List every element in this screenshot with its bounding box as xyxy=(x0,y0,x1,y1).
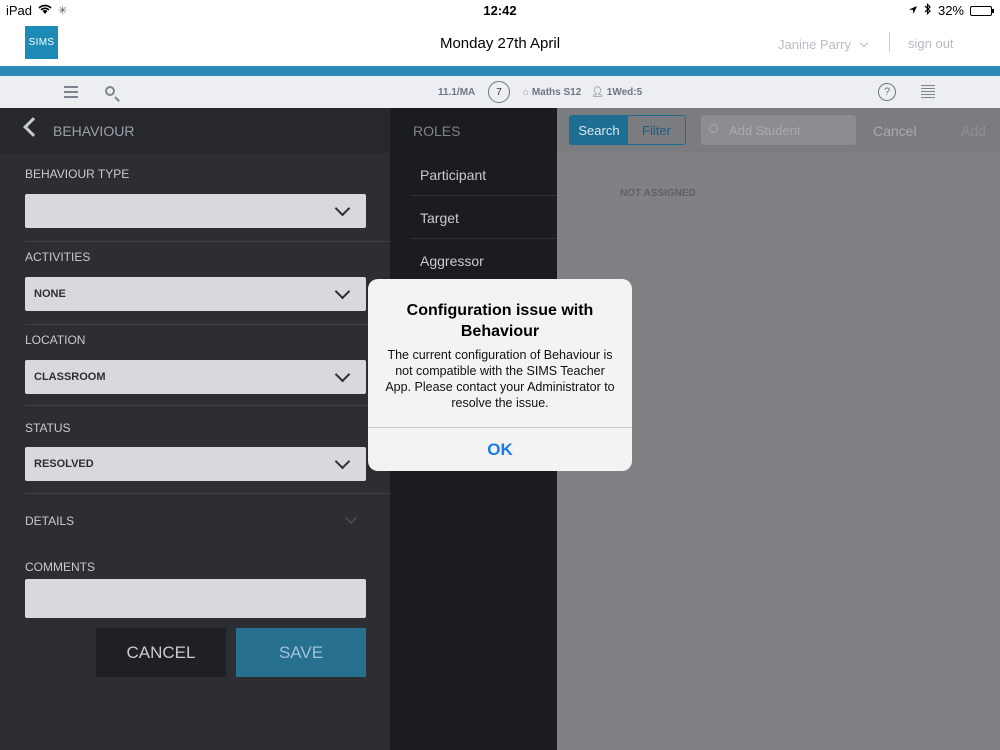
battery-percent: 32% xyxy=(937,3,964,18)
status-time: 12:42 xyxy=(483,3,517,18)
header-divider xyxy=(889,32,890,52)
period-label: 1Wed:5 xyxy=(606,87,643,98)
panel-title: BEHAVIOUR xyxy=(53,123,135,139)
accent-bar xyxy=(0,66,1000,76)
filter-tab[interactable]: Filter xyxy=(628,116,685,144)
location-dropdown[interactable]: CLASSROOM xyxy=(25,360,366,394)
back-chevron-icon[interactable] xyxy=(23,117,43,137)
activities-dropdown[interactable]: NONE xyxy=(25,277,366,311)
status-value: RESOLVED xyxy=(34,458,94,470)
divider xyxy=(25,324,390,325)
toolbar: 11.1/MA 7 ⌂ Maths S12 👤︎ 1Wed:5 ? xyxy=(0,76,1000,108)
cancel-button[interactable]: CANCEL xyxy=(96,628,226,677)
class-code: 11.1/MA xyxy=(438,87,476,98)
role-item-participant[interactable]: Participant xyxy=(410,153,557,196)
chevron-down-icon xyxy=(334,283,351,300)
user-menu[interactable]: Janine Parry xyxy=(778,37,868,52)
add-link[interactable]: Add xyxy=(961,123,986,139)
app-header: SIMS Monday 27th April Janine Parry sign… xyxy=(0,22,1000,66)
configuration-alert: Configuration issue with Behaviour The c… xyxy=(368,279,632,471)
save-button[interactable]: SAVE xyxy=(236,628,366,677)
divider xyxy=(25,405,390,406)
role-list: Participant Target Aggressor xyxy=(410,153,557,282)
search-tab[interactable]: Search xyxy=(570,116,628,144)
role-item-aggressor[interactable]: Aggressor xyxy=(410,239,557,282)
chevron-down-icon[interactable] xyxy=(345,512,357,524)
behaviour-header: BEHAVIOUR xyxy=(0,108,390,153)
comments-label: COMMENTS xyxy=(25,560,95,574)
subject-label: Maths S12 xyxy=(531,87,582,98)
location-label: LOCATION xyxy=(25,333,86,347)
not-assigned-heading: NOT ASSIGNED xyxy=(620,188,696,199)
chevron-down-icon xyxy=(334,366,351,383)
location-arrow-icon xyxy=(908,3,918,18)
add-student-input[interactable] xyxy=(729,121,849,139)
search-filter-toggle: Search Filter xyxy=(569,115,686,145)
status-dropdown[interactable]: RESOLVED xyxy=(25,447,366,481)
behaviour-type-label: BEHAVIOUR TYPE xyxy=(25,167,130,181)
cancel-link[interactable]: Cancel xyxy=(873,123,917,139)
activities-value: NONE xyxy=(34,288,66,300)
ok-button[interactable]: OK xyxy=(368,428,632,471)
students-header: Search Filter Cancel Add xyxy=(557,108,1000,153)
search-icon xyxy=(709,124,718,133)
menu-grid-icon[interactable] xyxy=(921,85,935,99)
comments-input[interactable] xyxy=(25,579,366,618)
behaviour-type-dropdown[interactable] xyxy=(25,194,366,228)
alert-title: Configuration issue with Behaviour xyxy=(406,302,594,340)
bluetooth-icon xyxy=(924,3,932,18)
location-value: CLASSROOM xyxy=(34,371,106,383)
battery-icon xyxy=(970,5,994,16)
list-icon[interactable] xyxy=(64,86,78,98)
lesson-info: ⌂ Maths S12 👤︎ 1Wed:5 xyxy=(523,87,642,98)
search-icon[interactable] xyxy=(105,86,115,96)
divider xyxy=(25,493,390,494)
chevron-down-icon xyxy=(334,453,351,470)
role-item-target[interactable]: Target xyxy=(410,196,557,239)
user-name: Janine Parry xyxy=(778,37,851,52)
chevron-down-icon xyxy=(334,200,351,217)
help-icon[interactable]: ? xyxy=(878,83,896,101)
divider xyxy=(25,241,390,242)
status-label: STATUS xyxy=(25,421,71,435)
roles-title: ROLES xyxy=(413,123,461,139)
roles-header: ROLES xyxy=(390,108,557,153)
person-icon: 👤︎ xyxy=(591,87,604,98)
register-count-badge[interactable]: 7 xyxy=(488,81,510,103)
sign-out-link[interactable]: sign out xyxy=(908,36,954,51)
home-icon: ⌂ xyxy=(523,87,530,98)
alert-message: The current configuration of Behaviour i… xyxy=(385,348,615,410)
add-student-field[interactable] xyxy=(701,115,856,145)
behaviour-panel: BEHAVIOUR BEHAVIOUR TYPE ACTIVITIES NONE… xyxy=(0,108,390,750)
details-toggle[interactable]: DETAILS xyxy=(25,514,74,528)
activities-label: ACTIVITIES xyxy=(25,250,91,264)
status-bar: iPad ✳ 12:42 32% xyxy=(0,0,1000,22)
chevron-down-icon xyxy=(859,38,868,48)
